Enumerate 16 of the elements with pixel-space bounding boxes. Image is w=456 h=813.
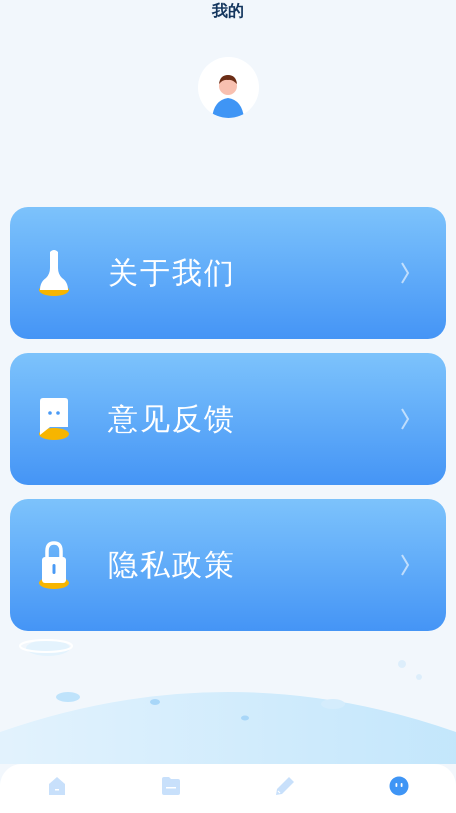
menu-label: 关于我们: [108, 254, 236, 292]
pencil-icon: [275, 776, 295, 796]
chevron-right-icon: [400, 407, 410, 431]
chevron-right-icon: [400, 261, 410, 285]
menu-card[interactable]: 关于我们: [10, 207, 446, 339]
folder-icon: [161, 776, 181, 796]
menu-card[interactable]: 意见反馈: [10, 353, 446, 485]
menu-label: 意见反馈: [108, 400, 236, 438]
lock-icon: [38, 540, 70, 590]
chevron-right-icon: [400, 553, 410, 577]
menu-label: 隐私政策: [108, 546, 236, 584]
home-icon: [47, 776, 67, 796]
page-title: 我的: [212, 0, 244, 22]
chat-bubble-icon: [38, 397, 70, 441]
face-icon: [389, 776, 409, 796]
menu-card[interactable]: 隐私政策: [10, 499, 446, 631]
